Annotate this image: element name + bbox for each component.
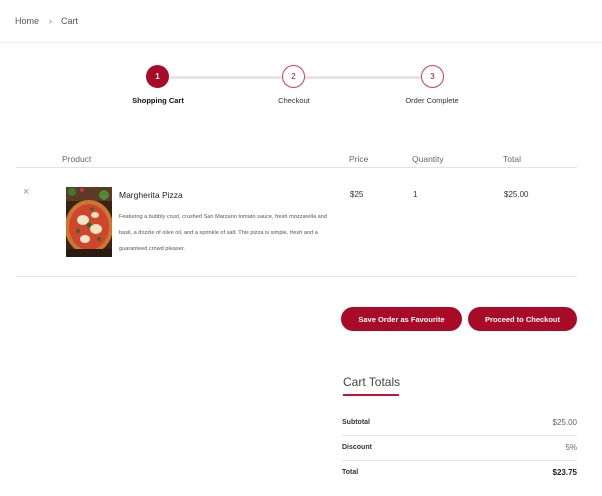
item-quantity[interactable]: 1 bbox=[413, 190, 417, 199]
subtotal-row: Subtotal $25.00 bbox=[342, 411, 577, 436]
step-2-label: Checkout bbox=[278, 96, 310, 105]
discount-label: Discount bbox=[342, 444, 372, 451]
table-row: × Margherita Pizza Featuring a bubbly cr… bbox=[16, 168, 577, 277]
stepper-connector-1 bbox=[170, 76, 282, 79]
total-value: $23.75 bbox=[552, 468, 577, 477]
product-description: Featuring a bubbly crust, crushed San Ma… bbox=[119, 214, 328, 252]
total-label: Total bbox=[342, 469, 359, 476]
total-row: Total $23.75 bbox=[342, 461, 577, 486]
cart-table-header: Product Price Quantity Total bbox=[16, 150, 577, 168]
column-header-quantity: Quantity bbox=[412, 154, 444, 164]
step-2-circle: 2 bbox=[282, 65, 305, 88]
discount-row: Discount 5% bbox=[342, 436, 577, 461]
subtotal-label: Subtotal bbox=[342, 419, 370, 426]
item-total: $25.00 bbox=[504, 190, 529, 199]
pizza-product-image[interactable] bbox=[66, 187, 112, 257]
breadcrumb-current: Cart bbox=[61, 16, 79, 26]
cart-totals-title: Cart Totals bbox=[343, 375, 401, 389]
discount-value: 5% bbox=[565, 443, 577, 452]
breadcrumb-chevron-icon: › bbox=[49, 16, 53, 26]
remove-item-close-icon[interactable]: × bbox=[23, 186, 29, 198]
stepper-connector-2 bbox=[305, 76, 421, 79]
step-1-circle: 1 bbox=[146, 65, 169, 88]
proceed-to-checkout-button[interactable]: Proceed to Checkout bbox=[468, 307, 577, 331]
breadcrumb: Home › Cart bbox=[15, 14, 78, 28]
cart-totals-underline bbox=[343, 394, 399, 396]
breadcrumb-home-link[interactable]: Home bbox=[15, 16, 39, 26]
item-price: $25 bbox=[350, 190, 364, 199]
save-order-favourite-button[interactable]: Save Order as Favourite bbox=[341, 307, 462, 331]
step-1-label: Shopping Cart bbox=[132, 96, 184, 105]
column-header-price: Price bbox=[349, 154, 369, 164]
column-header-total: Total bbox=[503, 154, 521, 164]
step-3-label: Order Complete bbox=[405, 96, 459, 105]
header-divider bbox=[0, 42, 602, 43]
step-3-circle: 3 bbox=[421, 65, 444, 88]
column-header-product: Product bbox=[62, 154, 92, 164]
product-name[interactable]: Margherita Pizza bbox=[119, 190, 183, 200]
checkout-stepper: 1 2 3 Shopping Cart Checkout Order Compl… bbox=[0, 65, 602, 105]
subtotal-value: $25.00 bbox=[552, 418, 577, 427]
